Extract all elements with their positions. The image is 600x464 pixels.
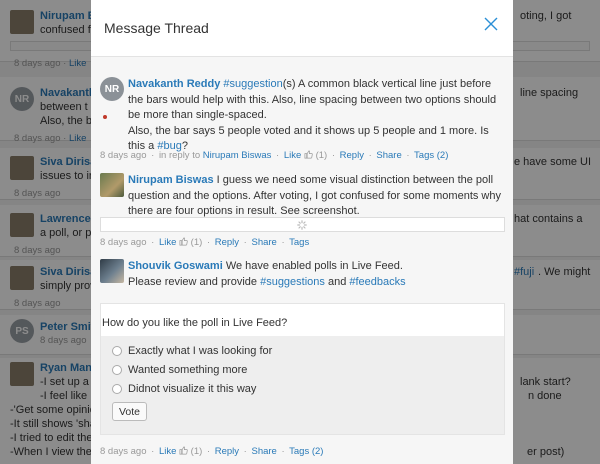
message-text: We have enabled polls in Live Feed. [225, 260, 403, 272]
share-link[interactable]: Share [376, 150, 401, 161]
poll-option-radio[interactable] [112, 346, 122, 356]
message-text: and [324, 275, 350, 288]
message-meta: 8 days ago · in reply to Nirupam Biswas … [100, 150, 449, 161]
like-count: (1) [315, 150, 328, 161]
thumbs-up-icon[interactable] [179, 446, 188, 455]
poll-question: How do you like the poll in Live Feed? [101, 304, 504, 336]
reply-link[interactable]: Reply [215, 237, 239, 248]
message-author[interactable]: Nirupam Biswas [128, 174, 214, 186]
thread-message: Nirupam Biswas I guess we need some visu… [100, 173, 505, 248]
reply-prefix: in reply to [158, 150, 201, 161]
tags-link[interactable]: Tags (2) [414, 150, 448, 161]
poll-option[interactable]: Exactly what I was looking for [112, 345, 272, 357]
timestamp: 8 days ago [100, 150, 147, 161]
vote-button[interactable]: Vote [112, 402, 147, 421]
message-body: Nirupam Biswas I guess we need some visu… [128, 173, 505, 220]
close-icon[interactable] [483, 16, 499, 32]
avatar [100, 259, 124, 283]
poll-option-label: Exactly what I was looking for [128, 345, 273, 357]
message-author[interactable]: Shouvik Goswami [128, 260, 223, 272]
like-link[interactable]: Like [159, 446, 176, 457]
like-link[interactable]: Like [159, 237, 176, 248]
thread-message: Shouvik Goswami We have enabled polls in… [100, 259, 505, 299]
reply-link[interactable]: Reply [215, 446, 239, 457]
screenshot-attachment[interactable] [100, 217, 505, 232]
thread-list: NR Navakanth Reddy #suggestion(s) A comm… [91, 57, 513, 464]
message-body: Shouvik Goswami We have enabled polls in… [128, 259, 505, 290]
poll-widget: How do you like the poll in Live Feed? E… [100, 303, 505, 435]
hashtag-link[interactable]: #suggestion [223, 78, 282, 90]
message-thread-modal: Message Thread NR Navakanth Reddy #sugge… [91, 0, 513, 464]
reply-to-link[interactable]: Nirupam Biswas [203, 150, 272, 161]
poll-option[interactable]: Wanted something more [112, 364, 247, 376]
avatar [100, 173, 124, 197]
thread-message: NR Navakanth Reddy #suggestion(s) A comm… [100, 77, 505, 161]
share-link[interactable]: Share [251, 237, 276, 248]
loading-spinner-icon [297, 220, 307, 230]
tags-link[interactable]: Tags (2) [289, 446, 323, 457]
reply-link[interactable]: Reply [340, 150, 364, 161]
thumbs-up-icon[interactable] [304, 150, 313, 159]
like-count: (1) [190, 446, 203, 457]
tags-link[interactable]: Tags [289, 237, 309, 248]
avatar: NR [100, 77, 124, 101]
like-count: (1) [190, 237, 203, 248]
message-text: Please review and provide [128, 275, 261, 288]
like-link[interactable]: Like [284, 150, 301, 161]
poll-option[interactable]: Didnot visualize it this way [112, 383, 256, 395]
message-author[interactable]: Navakanth Reddy [128, 78, 220, 90]
message-meta: 8 days ago · Like (1) · Reply · Share · … [100, 237, 310, 248]
message-body: Navakanth Reddy #suggestion(s) A common … [128, 77, 505, 155]
poll-option-label: Didnot visualize it this way [128, 383, 257, 395]
modal-header: Message Thread [91, 0, 513, 57]
message-meta: 8 days ago · Like (1) · Reply · Share · … [100, 446, 324, 457]
modal-title: Message Thread [104, 20, 209, 36]
poll-option-radio[interactable] [112, 384, 122, 394]
poll-option-label: Wanted something more [128, 364, 248, 376]
poll-option-radio[interactable] [112, 365, 122, 375]
thumbs-up-icon[interactable] [179, 237, 188, 246]
timestamp: 8 days ago [100, 237, 147, 248]
hashtag-link[interactable]: #suggestions [260, 276, 325, 288]
unread-indicator [103, 115, 107, 119]
timestamp: 8 days ago [100, 446, 147, 457]
share-link[interactable]: Share [251, 446, 276, 457]
hashtag-link[interactable]: #feedbacks [349, 276, 405, 288]
